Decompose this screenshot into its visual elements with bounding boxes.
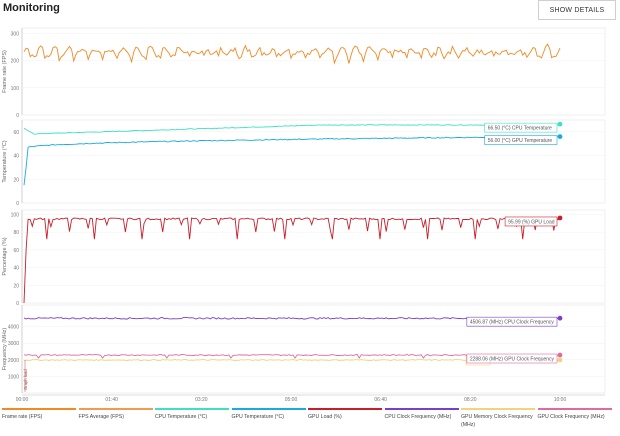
- series-line-gpu-temperature-c-: [23, 135, 561, 186]
- legend-label: GPU Clock Frequency (MHz): [537, 414, 605, 420]
- y-axis-label: Frequency (MHz): [2, 328, 8, 371]
- legend-swatch: [155, 408, 229, 410]
- series-end-marker: [557, 315, 563, 321]
- y-tick-label: 20: [13, 283, 19, 289]
- y-axis-label: Frame rate (FPS): [2, 50, 8, 93]
- y-tick-label: 200: [11, 59, 20, 65]
- series-line-cpu-temperature-c-: [23, 123, 561, 135]
- legend-label: CPU Temperature (°C): [155, 414, 208, 420]
- x-tick-label: 01:40: [105, 397, 118, 403]
- legend-swatch: [231, 408, 306, 410]
- y-tick-label: 60: [13, 248, 19, 254]
- legend-label: GPU Temperature (°C): [231, 414, 284, 420]
- legend-swatch: [78, 408, 153, 410]
- legend-label: Frame rate (FPS): [2, 414, 43, 420]
- y-tick-label: 300: [11, 31, 20, 37]
- legend-item[interactable]: CPU Clock Frequency (MHz): [384, 407, 460, 421]
- series-value-label: 95.99 (%) GPU Load: [508, 219, 555, 225]
- legend-label: FPS Average (FPS): [78, 414, 124, 420]
- y-tick-label: 0: [16, 301, 19, 307]
- y-tick-label: 100: [11, 212, 20, 218]
- y-tick-label: 20: [13, 177, 19, 183]
- legend-item[interactable]: FPS Average (FPS): [78, 407, 154, 421]
- monitoring-charts: Frame rate (FPS)3002001000Temperature (°…: [2, 27, 606, 403]
- y-tick-label: 4000: [8, 325, 19, 331]
- x-tick-label: 06:40: [374, 397, 387, 403]
- x-tick-label: 03:20: [195, 397, 208, 403]
- legend-swatch: [537, 408, 612, 410]
- series-line-gpu-load-: [23, 217, 561, 304]
- panel-frame: [21, 27, 606, 116]
- legend-swatch: [308, 408, 382, 410]
- y-tick-label: 40: [13, 154, 19, 160]
- legend-item[interactable]: Frame rate (FPS): [2, 407, 77, 421]
- y-tick-label: 0: [16, 201, 19, 207]
- y-tick-label: 2000: [8, 358, 19, 364]
- x-tick-label: 08:20: [464, 397, 477, 403]
- y-axis-label: Percentage (%): [2, 237, 8, 275]
- series-value-label: 4506.87 (MHz) CPU Clock Frequency: [470, 320, 554, 326]
- legend-item[interactable]: GPU Load (%): [308, 407, 383, 421]
- legend-item[interactable]: GPU Clock Frequency (MHz): [537, 407, 613, 421]
- series-end-marker: [557, 357, 563, 363]
- x-tick-label: 10:00: [554, 397, 567, 403]
- y-tick-label: 0: [16, 113, 19, 119]
- series-end-marker: [557, 134, 563, 140]
- y-tick-label: 60: [13, 130, 19, 136]
- legend-swatch: [461, 408, 535, 410]
- x-tick-label: 00:00: [16, 397, 29, 403]
- series-value-label: 66.50 (°C) CPU Temperature: [488, 126, 552, 132]
- graph-load-label: Graph load: [23, 369, 28, 390]
- series-end-marker: [557, 215, 563, 221]
- y-tick-label: 3000: [8, 341, 19, 347]
- y-axis-label: Temperature (°C): [2, 140, 8, 182]
- y-tick-label: 80: [13, 230, 19, 236]
- series-end-marker: [557, 352, 563, 358]
- series-value-label: 2288.06 (MHz) GPU Clock Frequency: [470, 357, 555, 363]
- series-end-marker: [557, 121, 563, 127]
- y-tick-label: 1000: [8, 374, 19, 380]
- legend-label: GPU Memory Clock Frequency (MHz): [461, 414, 533, 428]
- legend-item[interactable]: GPU Memory Clock Frequency (MHz): [461, 407, 536, 429]
- y-tick-label: 40: [13, 266, 19, 272]
- legend-swatch: [2, 408, 76, 410]
- legend-swatch: [384, 408, 459, 410]
- y-tick-label: 100: [11, 86, 20, 92]
- x-tick-label: 05:00: [285, 397, 298, 403]
- legend-label: GPU Load (%): [308, 414, 342, 420]
- legend: Frame rate (FPS) FPS Average (FPS) CPU Tem…: [2, 407, 616, 435]
- legend-label: CPU Clock Frequency (MHz): [384, 414, 452, 420]
- series-value-label: 56.00 (°C) GPU Temperature: [488, 138, 553, 144]
- legend-item[interactable]: CPU Temperature (°C): [155, 407, 230, 421]
- legend-item[interactable]: GPU Temperature (°C): [231, 407, 307, 421]
